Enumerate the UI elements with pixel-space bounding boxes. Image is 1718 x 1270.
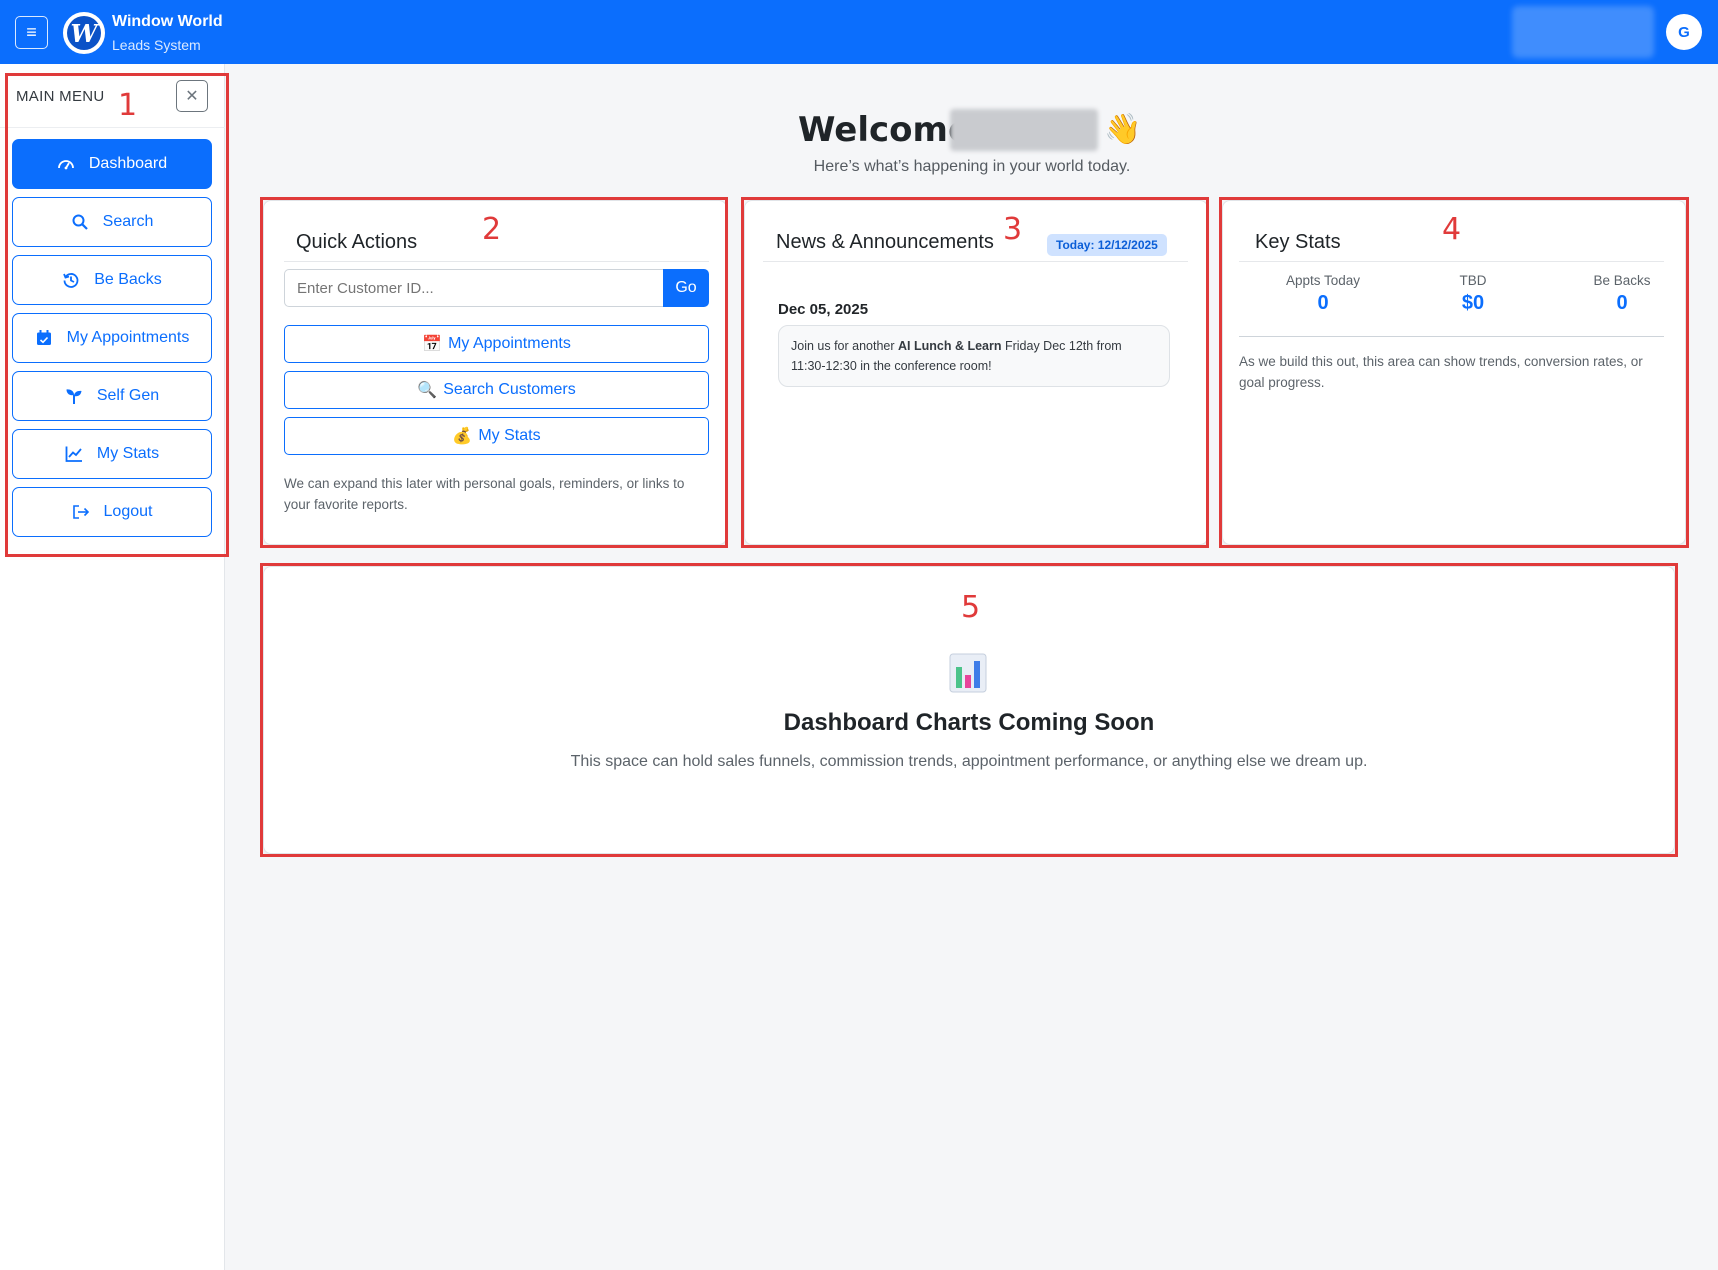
card-title: Key Stats (1255, 231, 1341, 253)
annotation-number: 2 (482, 212, 502, 247)
annotation-number: 4 (1442, 212, 1462, 247)
divider (763, 261, 1188, 262)
line-chart-icon (65, 445, 83, 463)
sidebar-item-self-gen[interactable]: Self Gen (12, 371, 212, 421)
card-title: Quick Actions (296, 231, 418, 253)
search-customers-button[interactable]: 🔍 Search Customers (284, 371, 709, 409)
close-icon: ✕ (185, 88, 199, 105)
charts-placeholder-subtitle: This space can hold sales funnels, commi… (570, 753, 1368, 770)
annotation-number: 5 (961, 590, 981, 625)
stat-value: 0 (1616, 292, 1628, 314)
stat-label: TBD (1459, 273, 1487, 288)
sidebar: MAIN MENU ✕ Dashboard Search Be Backs My… (0, 64, 225, 1270)
my-stats-button[interactable]: 💰 My Stats (284, 417, 709, 455)
sidebar-item-label: Search (102, 213, 154, 230)
gauge-icon (57, 155, 75, 173)
sprout-icon (65, 387, 83, 405)
sidebar-item-be-backs[interactable]: Be Backs (12, 255, 212, 305)
customer-id-input[interactable] (284, 269, 664, 307)
divider (1239, 336, 1664, 337)
sidebar-item-label: Logout (103, 503, 153, 520)
key-stats-note: As we build this out, this area can show… (1239, 354, 1643, 390)
user-name-redacted (950, 109, 1098, 151)
news-text-bold: AI Lunch & Learn (898, 339, 1002, 353)
calendar-icon (35, 329, 53, 347)
history-icon (62, 271, 80, 289)
go-button[interactable]: Go (663, 269, 709, 307)
quick-actions-note: We can expand this later with personal g… (284, 476, 685, 512)
annotation-number: 1 (118, 88, 138, 123)
news-card: News & Announcements Today: 12/12/2025 D… (744, 200, 1208, 545)
sidebar-item-my-appointments[interactable]: My Appointments (12, 313, 212, 363)
stat-tbd: TBD $0 (1403, 273, 1543, 315)
stat-value: 0 (1317, 292, 1329, 314)
sidebar-item-dashboard[interactable]: Dashboard (12, 139, 212, 189)
waving-hand-icon: 👋 (1104, 113, 1142, 146)
stat-label: Be Backs (1593, 273, 1651, 288)
top-navbar: ≡ W Window World Leads System G (0, 0, 1718, 64)
sidebar-title: MAIN MENU (16, 88, 105, 105)
sidebar-header: MAIN MENU ✕ (0, 64, 225, 128)
divider (1239, 261, 1664, 262)
welcome-subtitle: Here’s what’s happening in your world to… (813, 158, 1131, 175)
divider (284, 261, 709, 262)
bar-chart-icon (949, 653, 987, 693)
stat-label: Appts Today (1285, 273, 1361, 288)
annotation-number: 3 (1003, 212, 1023, 247)
news-item-date: Dec 05, 2025 (778, 301, 869, 318)
button-label: My Appointments (448, 335, 571, 352)
avatar[interactable]: G (1666, 14, 1702, 50)
hamburger-menu-button[interactable]: ≡ (15, 16, 48, 49)
user-name-redacted (1512, 6, 1654, 58)
magnifier-icon: 🔍 (417, 382, 438, 399)
sidebar-item-label: Be Backs (94, 271, 162, 288)
button-label: My Stats (478, 427, 541, 444)
brand-subtitle: Leads System (112, 37, 201, 53)
calendar-icon: 📅 (422, 336, 443, 353)
quick-actions-card: Quick Actions Go 📅 My Appointments 🔍 Sea… (263, 200, 727, 545)
search-icon (71, 213, 89, 231)
key-stats-card: Key Stats Appts Today 0 TBD $0 Be Backs … (1222, 200, 1686, 545)
logo-letter: W (67, 16, 101, 50)
sidebar-item-label: Self Gen (96, 387, 160, 404)
money-bag-icon: 💰 (452, 428, 473, 445)
news-item: Join us for another AI Lunch & Learn Fri… (778, 325, 1170, 387)
sidebar-item-my-stats[interactable]: My Stats (12, 429, 212, 479)
stat-value: $0 (1461, 292, 1485, 314)
logout-icon (72, 503, 90, 521)
brand-logo[interactable]: W (63, 12, 105, 54)
news-text: Join us for another (791, 339, 899, 353)
card-title: News & Announcements (776, 231, 994, 253)
sidebar-close-button[interactable]: ✕ (176, 80, 208, 112)
sidebar-item-label: My Appointments (66, 329, 190, 346)
button-label: Search Customers (443, 381, 576, 398)
sidebar-item-label: My Stats (96, 445, 160, 462)
stat-be-backs: Be Backs 0 (1552, 273, 1692, 315)
sidebar-item-logout[interactable]: Logout (12, 487, 212, 537)
my-appointments-button[interactable]: 📅 My Appointments (284, 325, 709, 363)
stat-appts-today: Appts Today 0 (1253, 273, 1393, 315)
sidebar-item-search[interactable]: Search (12, 197, 212, 247)
brand-title[interactable]: Window World (112, 13, 223, 31)
sidebar-item-label: Dashboard (88, 155, 168, 172)
today-date-badge: Today: 12/12/2025 (1047, 234, 1167, 256)
charts-placeholder-title: Dashboard Charts Coming Soon (783, 709, 1155, 736)
hamburger-icon: ≡ (26, 22, 37, 42)
